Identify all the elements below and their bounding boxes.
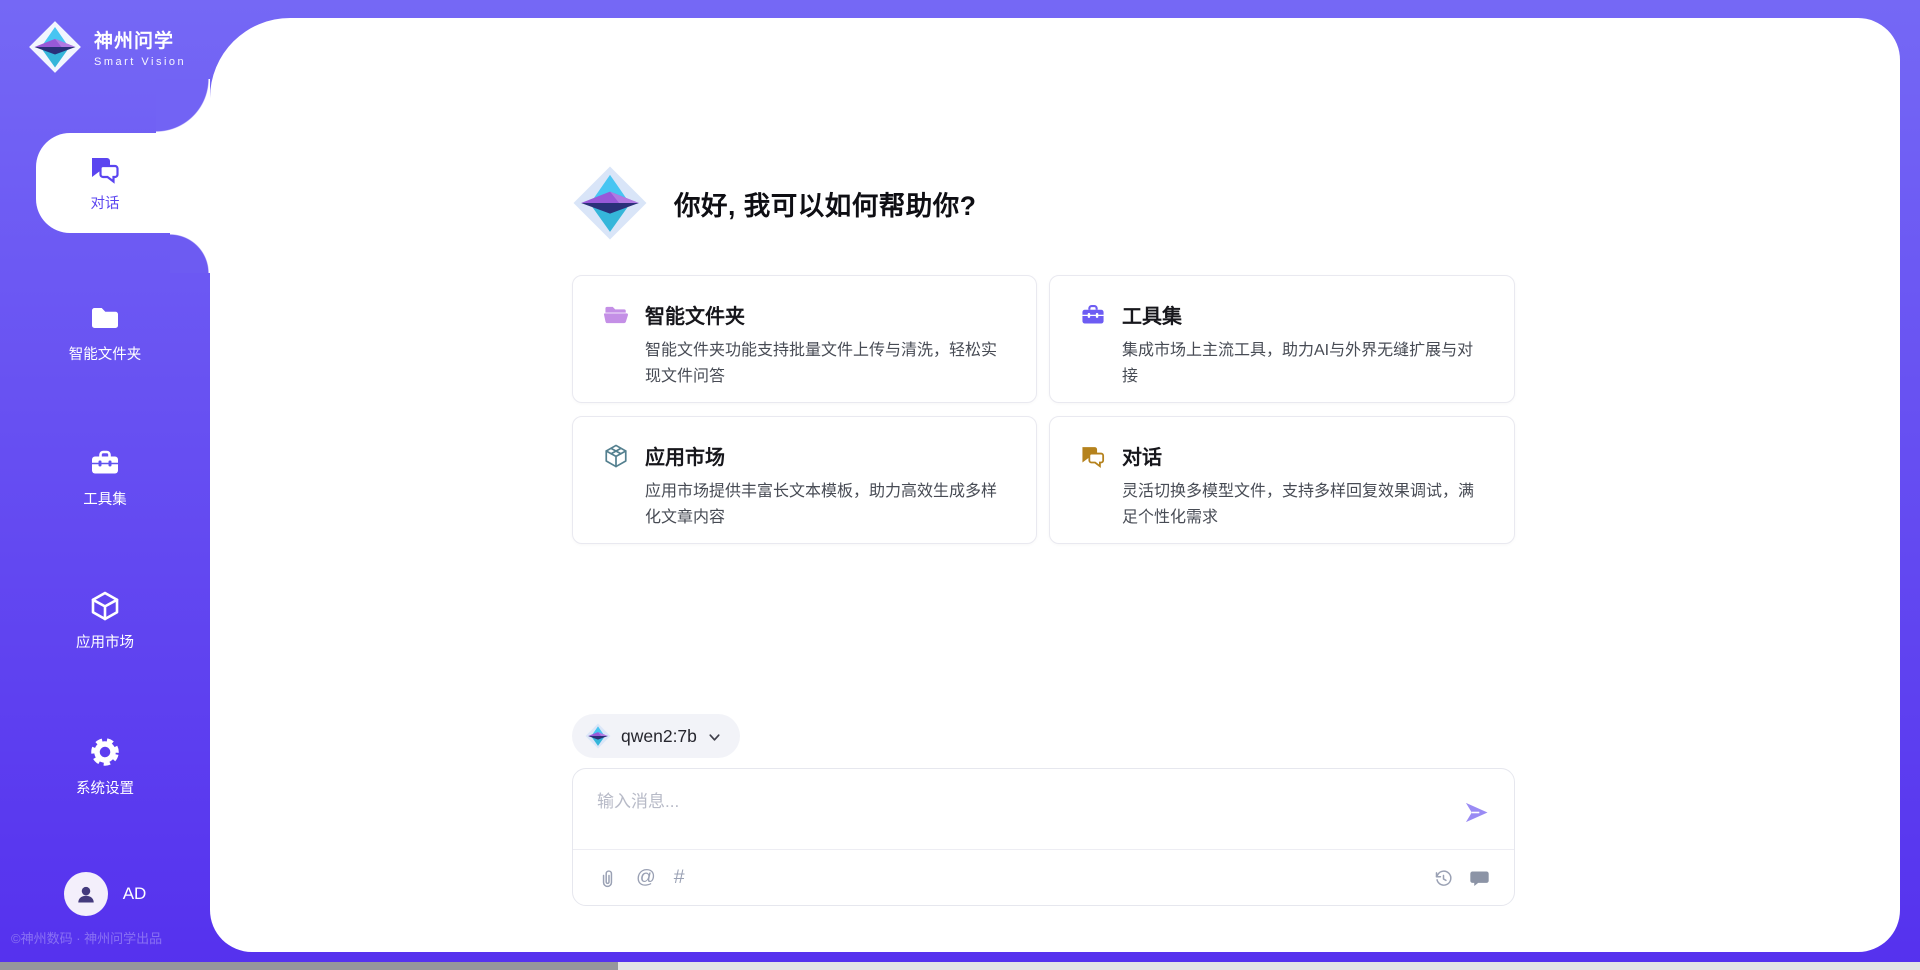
model-selector[interactable]: qwen2:7b: [572, 714, 740, 758]
composer-tools-right: [1433, 849, 1490, 907]
chevron-down-icon: [707, 730, 722, 745]
send-icon[interactable]: [1463, 799, 1490, 826]
model-logo-icon: [585, 723, 611, 749]
sidebar-item-app-market[interactable]: 应用市场: [0, 590, 210, 652]
message-composer: @ #: [572, 768, 1515, 906]
scrollbar-thumb[interactable]: [0, 962, 618, 970]
greeting-diamond-icon: [572, 165, 648, 241]
quick-reply-icon[interactable]: [1469, 868, 1490, 889]
card-description: 应用市场提供丰富长文本模板，助力高效生成多样化文章内容: [645, 479, 1008, 531]
folder-icon: [89, 302, 121, 334]
feature-cards: 智能文件夹 智能文件夹功能支持批量文件上传与清洗，轻松实现文件问答 工具: [572, 275, 1515, 544]
cube-grid-icon: [603, 443, 629, 469]
folder-open-icon: [603, 302, 629, 328]
sidebar-item-toolset[interactable]: 工具集: [0, 447, 210, 509]
model-name: qwen2:7b: [621, 726, 697, 747]
copyright-footer: ©神州数码 · 神州问学出品: [11, 928, 162, 947]
card-description: 集成市场上主流工具，助力AI与外界无缝扩展与对接: [1122, 338, 1486, 390]
brand-logo: 神州问学 Smart Vision: [28, 20, 186, 74]
card-toolset[interactable]: 工具集 集成市场上主流工具，助力AI与外界无缝扩展与对接: [1049, 275, 1515, 403]
brand-subtitle: Smart Vision: [94, 56, 186, 68]
mention-icon[interactable]: @: [636, 868, 656, 888]
app-root: 神州问学 Smart Vision 对话 智能文件夹: [0, 0, 1920, 970]
greeting: 你好, 我可以如何帮助你?: [572, 165, 1515, 241]
brand-title: 神州问学: [94, 26, 186, 53]
sidebar-item-label: 智能文件夹: [69, 343, 142, 364]
briefcase-icon: [1080, 302, 1106, 328]
history-icon[interactable]: [1433, 868, 1454, 889]
sidebar-item-label: 工具集: [83, 488, 127, 509]
card-title: 对话: [1122, 441, 1162, 470]
message-input[interactable]: [597, 787, 1437, 843]
brand-text: 神州问学 Smart Vision: [94, 26, 186, 68]
sidebar-item-label: 系统设置: [76, 777, 134, 798]
active-tab-flare-bottom: [170, 233, 210, 273]
sidebar-item-label: 对话: [91, 192, 120, 213]
chat-icon: [1080, 443, 1106, 469]
gear-icon: [89, 736, 121, 768]
sidebar-item-smart-folder[interactable]: 智能文件夹: [0, 302, 210, 364]
content-column: 你好, 我可以如何帮助你? 智能文件夹 智能文件夹功能支持批量文件上传与清洗，轻…: [572, 18, 1515, 906]
user-profile[interactable]: AD: [0, 872, 210, 916]
sidebar-item-settings[interactable]: 系统设置: [0, 736, 210, 798]
card-chat[interactable]: 对话 灵活切换多模型文件，支持多样回复效果调试，满足个性化需求: [1049, 416, 1515, 544]
composer-tools-left: @ #: [597, 849, 685, 907]
card-title: 应用市场: [645, 441, 725, 470]
card-title: 智能文件夹: [645, 300, 745, 329]
card-smart-folder[interactable]: 智能文件夹 智能文件夹功能支持批量文件上传与清洗，轻松实现文件问答: [572, 275, 1037, 403]
sidebar: 神州问学 Smart Vision 对话 智能文件夹: [0, 0, 210, 970]
attachment-icon[interactable]: [597, 868, 618, 889]
cube-icon: [89, 590, 121, 622]
person-icon: [73, 881, 99, 907]
composer-divider: [573, 849, 1514, 850]
chat-icon: [89, 153, 121, 185]
greeting-title: 你好, 我可以如何帮助你?: [674, 184, 976, 223]
user-initials: AD: [123, 884, 147, 904]
active-tab-flare-top: [156, 79, 210, 133]
brand-diamond-icon: [28, 20, 82, 74]
main-panel: 你好, 我可以如何帮助你? 智能文件夹 智能文件夹功能支持批量文件上传与清洗，轻…: [210, 18, 1900, 952]
card-title: 工具集: [1122, 300, 1182, 329]
sidebar-item-chat[interactable]: 对话: [36, 133, 210, 233]
card-description: 灵活切换多模型文件，支持多样回复效果调试，满足个性化需求: [1122, 479, 1486, 531]
sidebar-item-label: 应用市场: [76, 631, 134, 652]
briefcase-icon: [89, 447, 121, 479]
avatar: [64, 872, 108, 916]
horizontal-scrollbar: [0, 962, 1920, 970]
topic-icon[interactable]: #: [674, 868, 685, 888]
card-description: 智能文件夹功能支持批量文件上传与清洗，轻松实现文件问答: [645, 338, 1008, 390]
card-app-market[interactable]: 应用市场 应用市场提供丰富长文本模板，助力高效生成多样化文章内容: [572, 416, 1037, 544]
